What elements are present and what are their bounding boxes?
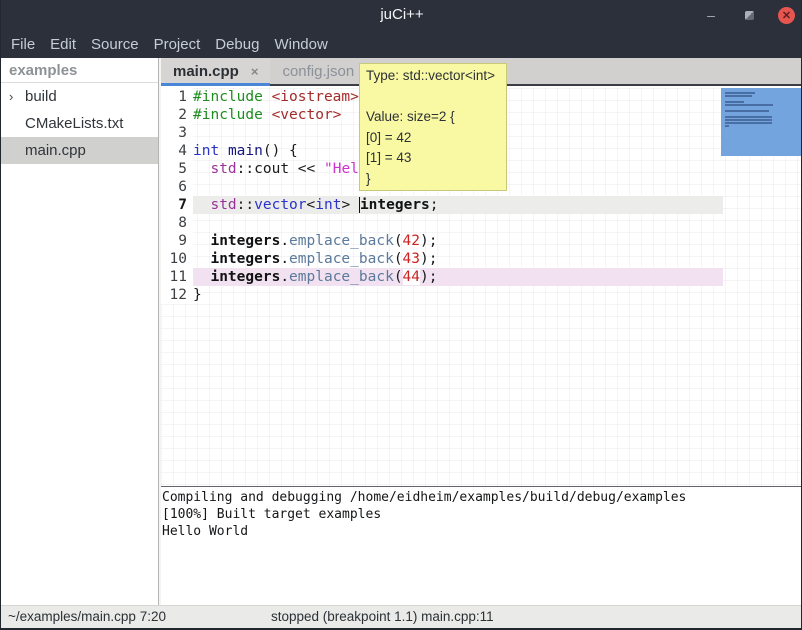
line-number[interactable]: 1 — [161, 88, 187, 106]
minimap-code-line — [725, 92, 755, 94]
minimap-code-line — [725, 119, 772, 121]
window-controls: – ✕ — [702, 0, 795, 30]
minimap-code-line — [725, 95, 752, 97]
restore-icon — [745, 11, 754, 20]
tab-label: main.cpp — [173, 63, 239, 80]
window-title: juCi++ — [1, 6, 802, 23]
tooltip-line: } — [366, 169, 500, 190]
menu-debug[interactable]: Debug — [215, 34, 259, 55]
menu-source[interactable]: Source — [91, 34, 139, 55]
code-text: integers.emplace_back(44); — [193, 268, 723, 286]
restore-button[interactable] — [740, 6, 758, 24]
minimap-code-line — [725, 122, 772, 124]
tab-config-json[interactable]: config.json — [270, 58, 366, 84]
file-tree-panel: examples ›build CMakeLists.txt main.cpp — [1, 58, 158, 605]
minimap-code-line — [725, 101, 744, 103]
status-debug-state: stopped (breakpoint 1.1) main.cpp:11 — [271, 609, 494, 624]
code-text: integers.emplace_back(43); — [193, 250, 723, 268]
minimap[interactable] — [721, 88, 801, 156]
code-line-12[interactable]: 12} — [161, 286, 802, 304]
tab-close-icon[interactable]: × — [251, 64, 259, 79]
code-text — [193, 214, 723, 232]
terminal-line: Compiling and debugging /home/eidheim/ex… — [162, 489, 802, 506]
minimize-button[interactable]: – — [702, 6, 720, 24]
code-text: std::vector<int> integers; — [193, 196, 723, 214]
terminal-output[interactable]: Compiling and debugging /home/eidheim/ex… — [161, 486, 802, 605]
menu-edit[interactable]: Edit — [50, 34, 76, 55]
line-number[interactable]: 6 — [161, 178, 187, 196]
code-line-10[interactable]: 10 integers.emplace_back(43); — [161, 250, 802, 268]
terminal-line: Hello World — [162, 523, 802, 540]
line-number[interactable]: 7 — [161, 196, 187, 214]
code-text: } — [193, 286, 723, 304]
line-number[interactable]: 2 — [161, 106, 187, 124]
expander-icon[interactable]: › — [9, 89, 25, 104]
tab-main-cpp[interactable]: main.cpp × — [161, 58, 270, 84]
tooltip-line — [366, 87, 500, 108]
sidebar-item-build[interactable]: ›build — [1, 83, 158, 110]
line-number[interactable]: 5 — [161, 160, 187, 178]
tooltip-line: Type: std::vector<int> — [366, 66, 500, 87]
tab-label: config.json — [282, 63, 354, 80]
menu-window[interactable]: Window — [274, 34, 327, 55]
line-number[interactable]: 9 — [161, 232, 187, 250]
tooltip-line: [0] = 42 — [366, 128, 500, 149]
status-file-position: ~/examples/main.cpp 7:20 — [8, 609, 166, 624]
code-line-8[interactable]: 8 — [161, 214, 802, 232]
minimap-code-line — [725, 116, 772, 118]
code-line-9[interactable]: 9 integers.emplace_back(42); — [161, 232, 802, 250]
tooltip-line: [1] = 43 — [366, 148, 500, 169]
tooltip-line: Value: size=2 { — [366, 107, 500, 128]
debug-value-tooltip: Type: std::vector<int> Value: size=2 { [… — [359, 63, 507, 191]
terminal-line: [100%] Built target examples — [162, 506, 802, 523]
line-number[interactable]: 4 — [161, 142, 187, 160]
minimap-code-line — [725, 110, 769, 112]
line-number[interactable]: 8 — [161, 214, 187, 232]
status-bar: ~/examples/main.cpp 7:20 stopped (breakp… — [1, 605, 802, 628]
menu-project[interactable]: Project — [154, 34, 201, 55]
sidebar-item-label: main.cpp — [25, 142, 86, 159]
sidebar-item-cmakelists.txt[interactable]: CMakeLists.txt — [1, 110, 158, 137]
minimap-code-line — [725, 104, 773, 106]
sidebar-item-label: CMakeLists.txt — [25, 115, 123, 132]
app-window: juCi++ – ✕ File Edit Source Project Debug Win… — [0, 0, 802, 630]
project-name: examples — [1, 58, 158, 83]
minimap-spacer — [721, 88, 801, 91]
code-line-11[interactable]: 11 integers.emplace_back(44); — [161, 268, 802, 286]
menu-file[interactable]: File — [11, 34, 35, 55]
line-number[interactable]: 3 — [161, 124, 187, 142]
line-number[interactable]: 12 — [161, 286, 187, 304]
menubar: File Edit Source Project Debug Window — [1, 30, 802, 58]
sidebar-item-label: build — [25, 88, 57, 105]
code-text: integers.emplace_back(42); — [193, 232, 723, 250]
titlebar[interactable]: juCi++ – ✕ — [1, 0, 802, 30]
code-line-7[interactable]: 7 std::vector<int> integers; — [161, 196, 802, 214]
minimap-code-line — [725, 125, 729, 127]
line-number[interactable]: 11 — [161, 268, 187, 286]
sidebar-item-main.cpp[interactable]: main.cpp — [1, 137, 158, 164]
line-number[interactable]: 10 — [161, 250, 187, 268]
close-button[interactable]: ✕ — [778, 7, 795, 24]
file-tree: ›build CMakeLists.txt main.cpp — [1, 83, 158, 164]
